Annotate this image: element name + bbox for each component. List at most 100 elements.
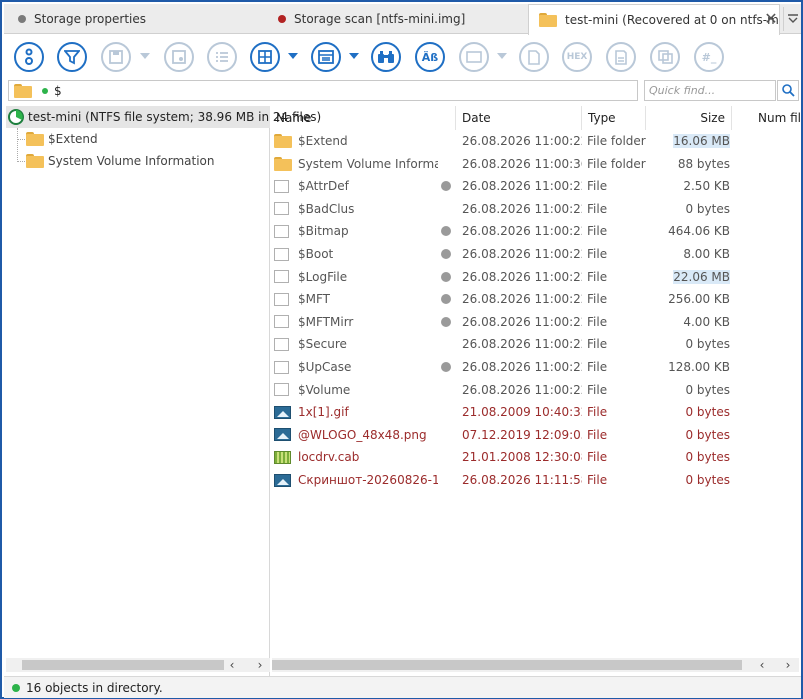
- column-header-size[interactable]: Size: [646, 106, 732, 130]
- file-date-cell: 26.08.2026 11:00:22: [462, 266, 582, 288]
- table-row[interactable]: $MFT 26.08.2026 11:00:22 File 256.00 KB: [272, 288, 801, 310]
- table-row[interactable]: $Volume 26.08.2026 11:00:22 File 0 bytes: [272, 379, 801, 401]
- file-size-cell-text: 2.50 KB: [683, 179, 730, 194]
- tab-status-dot: [278, 15, 286, 23]
- table-row[interactable]: 1x[1].gif 21.08.2009 10:40:32 File 0 bytes: [272, 401, 801, 423]
- save-icon[interactable]: [101, 42, 131, 72]
- view-mode-dropdown-icon[interactable]: [288, 53, 298, 59]
- panel-icon[interactable]: [311, 42, 341, 72]
- table-row[interactable]: System Volume Information 26.08.2026 11:0…: [272, 153, 801, 175]
- tab-label: Storage properties: [34, 12, 147, 26]
- tab-test-mini[interactable]: test-mini (Recovered at 0 on ntfs-mini..…: [528, 4, 780, 35]
- file-name-cell: locdrv.cab: [274, 446, 438, 468]
- scrollbar-thumb[interactable]: [22, 660, 224, 670]
- table-row[interactable]: $BadClus 26.08.2026 11:00:22 File 0 bytes: [272, 198, 801, 220]
- table-row[interactable]: @WLOGO_48x48.png 07.12.2019 12:09:05 File 0…: [272, 424, 801, 446]
- file-size-cell: 4.00 KB: [650, 311, 730, 333]
- table-row[interactable]: Скриншот-20260826-11... 26.08.2026 11:11:…: [272, 469, 801, 491]
- file-name: 1x[1].gif: [298, 405, 349, 420]
- view-mode-icon[interactable]: [250, 42, 280, 72]
- file-name: $MFT: [298, 292, 331, 307]
- scrollbar-thumb[interactable]: [272, 660, 742, 670]
- file-date-cell: 26.08.2026 11:00:22: [462, 198, 582, 220]
- tab-storage-scan[interactable]: Storage scan [ntfs-mini.img]: [278, 4, 524, 34]
- file-type-cell: File: [587, 469, 649, 491]
- document-icon[interactable]: [519, 42, 549, 72]
- file-date-cell-text: 26.08.2026 11:00:22: [462, 382, 582, 397]
- path-field[interactable]: $: [8, 80, 638, 101]
- file-name: $Extend: [298, 134, 348, 148]
- status-dot-icon: [441, 181, 451, 192]
- tab-status-dot: [18, 15, 26, 23]
- tab-storage-properties[interactable]: Storage properties: [18, 4, 268, 34]
- file-type-cell: File: [587, 175, 649, 197]
- file-name: @WLOGO_48x48.png: [298, 427, 427, 442]
- file-date-cell: 21.08.2009 10:40:32: [462, 401, 582, 423]
- status-dot-icon: [441, 271, 451, 282]
- column-header-type[interactable]: Type: [582, 106, 646, 130]
- column-header-date[interactable]: Date: [456, 106, 582, 130]
- folder-icon: [274, 134, 292, 148]
- tab-menu-icon[interactable]: [783, 7, 801, 31]
- save-dropdown-icon[interactable]: [140, 53, 150, 59]
- scroll-right-icon[interactable]: ›: [780, 658, 796, 672]
- table-row[interactable]: $Bitmap 26.08.2026 11:00:22 File 464.06 KB: [272, 220, 801, 242]
- file-type-cell: File: [587, 379, 649, 401]
- file-name: $UpCase: [298, 360, 352, 374]
- table-row[interactable]: $UpCase 26.08.2026 11:00:22 File 128.00 KB: [272, 356, 801, 378]
- table-row[interactable]: $MFTMirr 26.08.2026 11:00:22 File 4.00 KB: [272, 311, 801, 333]
- file-date-cell: 26.08.2026 11:00:22: [462, 311, 582, 333]
- preview-dropdown-icon[interactable]: [497, 53, 507, 59]
- search-icon[interactable]: [777, 80, 799, 101]
- file-type-cell-text: File: [587, 292, 608, 307]
- file-name-cell: $UpCase: [274, 356, 438, 378]
- column-header-num-files[interactable]: Num fil: [732, 106, 801, 130]
- file-size-cell-text: 464.06 KB: [668, 224, 730, 239]
- tree-root-item[interactable]: test-mini (NTFS file system; 38.96 MB in…: [6, 106, 321, 128]
- file-icon: [274, 337, 289, 351]
- status-dot-icon: [441, 226, 451, 237]
- file-name: $Boot: [298, 247, 334, 261]
- file-type-cell: File: [587, 446, 649, 468]
- filter-icon[interactable]: [57, 42, 87, 72]
- table-row[interactable]: $Boot 26.08.2026 11:00:22 File 8.00 KB: [272, 243, 801, 265]
- file-icon: [274, 360, 289, 374]
- file-name-cell: Скриншот-20260826-11...: [274, 469, 438, 491]
- close-tab-icon[interactable]: ✕: [762, 10, 780, 28]
- file-size-cell-text: 0 bytes: [685, 382, 730, 397]
- list-horizontal-scrollbar[interactable]: ‹ ›: [272, 658, 799, 672]
- table-row[interactable]: $AttrDef 26.08.2026 11:00:22 File 2.50 KB: [272, 175, 801, 197]
- scroll-left-icon[interactable]: ‹: [754, 658, 770, 672]
- image-icon: [274, 428, 291, 442]
- table-row[interactable]: $Secure 26.08.2026 11:00:22 File 0 bytes: [272, 333, 801, 355]
- panel-dropdown-icon[interactable]: [349, 53, 359, 59]
- tree-horizontal-scrollbar[interactable]: ‹ ›: [6, 658, 270, 672]
- hex-icon[interactable]: HEX: [562, 42, 592, 72]
- file-icon: [274, 383, 289, 397]
- scroll-right-icon[interactable]: ›: [252, 658, 268, 672]
- table-row[interactable]: $LogFile 26.08.2026 11:00:22 File 22.06 MB: [272, 266, 801, 288]
- status-dot-icon: [441, 294, 451, 305]
- file-type-cell-text: File: [587, 337, 608, 352]
- binoculars-icon[interactable]: [371, 42, 401, 72]
- file-size-cell-text: 0 bytes: [685, 337, 730, 352]
- print-icon[interactable]: [606, 42, 636, 72]
- copy-icon[interactable]: [650, 42, 680, 72]
- save-region-icon[interactable]: [164, 42, 194, 72]
- list-icon[interactable]: [207, 42, 237, 72]
- tree-item-extend[interactable]: $Extend: [26, 128, 98, 150]
- encoding-icon[interactable]: Äß: [415, 42, 445, 72]
- column-header-name[interactable]: Name: [272, 106, 456, 130]
- file-size-cell: 0 bytes: [650, 401, 730, 423]
- tree-item-system-volume-information[interactable]: System Volume Information: [26, 150, 214, 172]
- properties-icon[interactable]: [14, 42, 44, 72]
- quick-find-input[interactable]: Quick find...: [644, 80, 776, 101]
- hash-icon[interactable]: #_: [694, 42, 724, 72]
- table-row[interactable]: locdrv.cab 21.01.2008 12:30:08 File 0 bytes: [272, 446, 801, 468]
- preview-icon[interactable]: [459, 42, 489, 72]
- file-date-cell-text: 26.08.2026 11:00:22: [462, 269, 582, 284]
- scroll-left-icon[interactable]: ‹: [224, 658, 240, 672]
- table-row[interactable]: $Extend 26.08.2026 11:00:22 File folder 16.…: [272, 130, 801, 152]
- file-date-cell-text: 21.08.2009 10:40:32: [462, 405, 582, 420]
- file-date-cell-text: 26.08.2026 11:00:22: [462, 134, 582, 148]
